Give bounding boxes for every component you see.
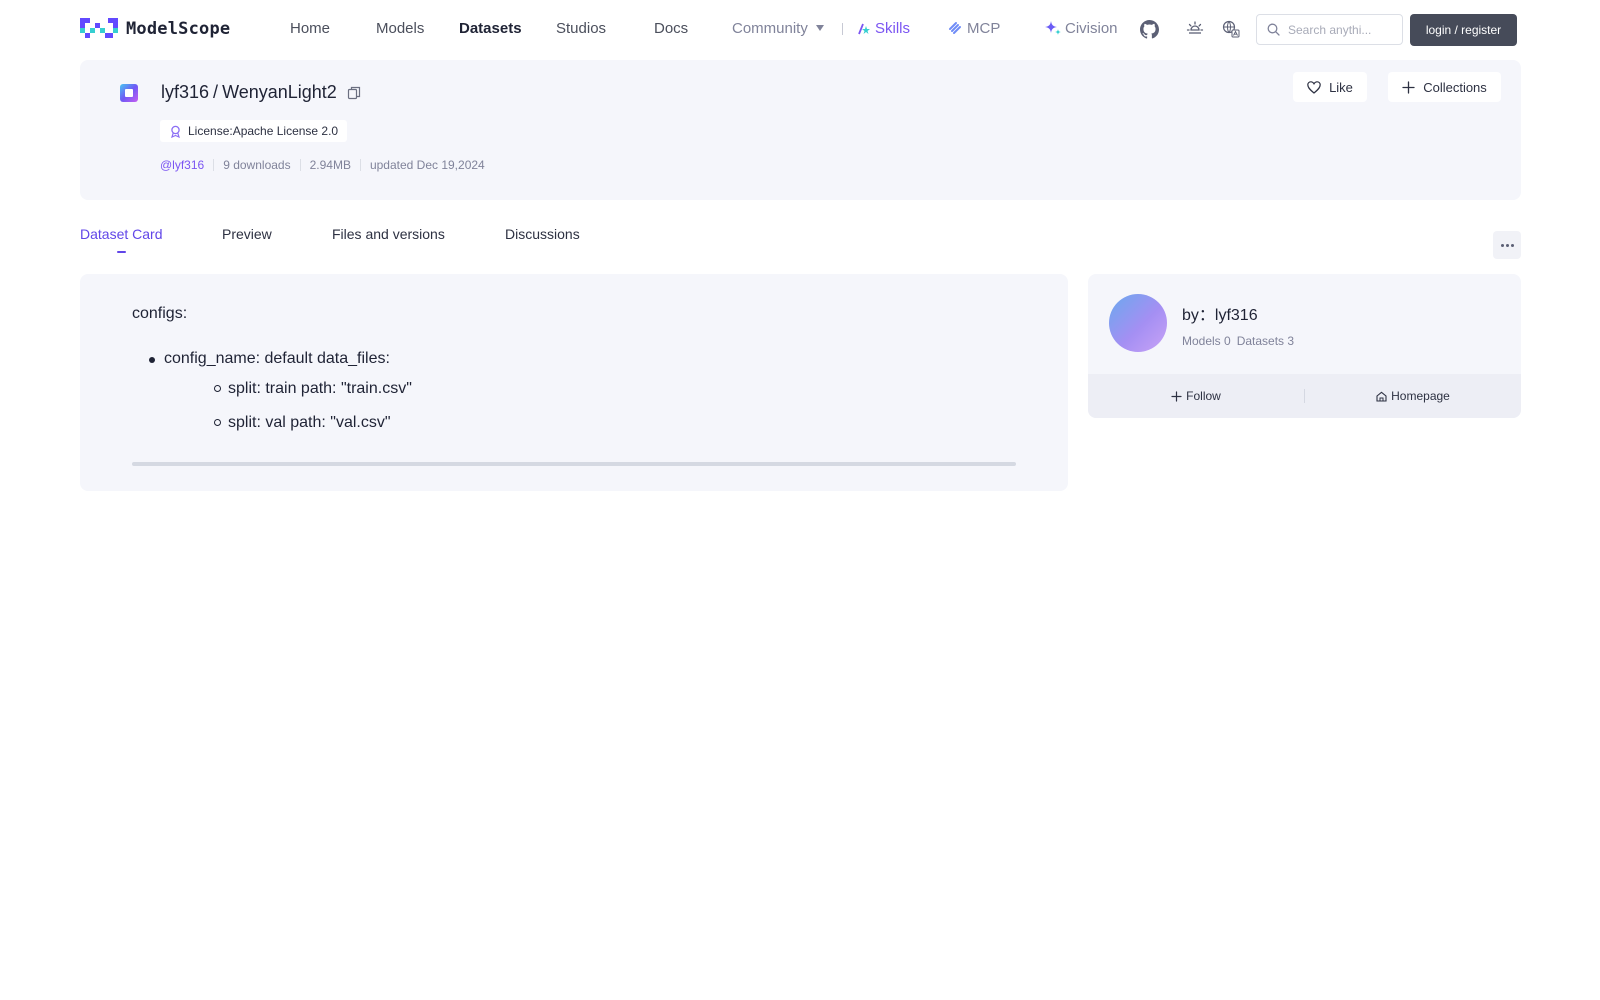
split-list: split: train path: "train.csv" split: va…: [164, 380, 412, 448]
meta-divider: [213, 159, 215, 171]
owner-handle-link[interactable]: @lyf316: [160, 158, 204, 172]
nav-skills-label: Skills: [875, 20, 911, 37]
author-stats: Models 0 Datasets 3: [1182, 334, 1294, 348]
tab-discussions[interactable]: Discussions: [505, 226, 580, 242]
tab-dataset-card[interactable]: Dataset Card: [80, 226, 162, 242]
collections-button[interactable]: Collections: [1388, 72, 1501, 102]
homepage-button[interactable]: Homepage: [1305, 389, 1521, 403]
login-register-button[interactable]: login / register: [1410, 14, 1517, 46]
tab-preview[interactable]: Preview: [222, 226, 272, 242]
github-icon[interactable]: [1138, 18, 1160, 40]
nav-civision-label: Civision: [1065, 20, 1118, 37]
modelscope-logo-mark-icon: [80, 18, 118, 40]
config-list: config_name: default data_files: split: …: [132, 350, 412, 448]
downloads-count: 9 downloads: [223, 158, 291, 172]
more-options-icon[interactable]: [1493, 231, 1521, 259]
heart-icon: [1307, 80, 1321, 94]
avatar[interactable]: [1109, 294, 1167, 352]
like-label: Like: [1329, 79, 1353, 95]
theme-toggle-sun-icon[interactable]: [1184, 18, 1206, 40]
meta-divider: [359, 159, 361, 171]
horizontal-rule: [132, 462, 1016, 466]
title-separator: /: [213, 82, 219, 102]
nav-docs[interactable]: Docs: [654, 20, 688, 37]
license-badge-icon: [171, 125, 180, 138]
dataset-title: lyf316 / WenyanLight2: [161, 82, 361, 103]
nav-civision[interactable]: Civision: [1045, 20, 1118, 37]
nav-mcp-label: MCP: [967, 20, 1001, 37]
author-card: by：lyf316 Models 0 Datasets 3 Follow Hom…: [1088, 274, 1521, 418]
nav-models[interactable]: Models: [376, 20, 424, 37]
tab-files-and-versions[interactable]: Files and versions: [332, 226, 445, 242]
license-tag[interactable]: License:Apache License 2.0: [160, 120, 348, 142]
plus-icon: [1402, 80, 1415, 94]
sparkle-icon: [1045, 21, 1061, 35]
nav-community[interactable]: Community: [732, 20, 824, 37]
active-tab-indicator: [117, 251, 126, 253]
nav-skills[interactable]: Skills: [857, 20, 910, 37]
dataset-size: 2.94MB: [309, 158, 351, 172]
meta-divider: [299, 159, 301, 171]
modelscope-logo[interactable]: ModelScope: [80, 18, 230, 40]
follow-button[interactable]: Follow: [1088, 389, 1304, 403]
dataset-meta: @lyf316 9 downloads 2.94MB updated Dec 1…: [160, 158, 485, 172]
nav-mcp[interactable]: MCP: [947, 20, 1000, 37]
dataset-logo-icon: [120, 84, 138, 102]
top-navigation: ModelScope Home Models Datasets Studios …: [0, 0, 1600, 60]
author-datasets-count: Datasets 3: [1236, 334, 1295, 348]
updated-date: updated Dec 19,2024: [369, 158, 485, 172]
nav-home[interactable]: Home: [290, 20, 330, 37]
author-models-count: Models 0: [1182, 334, 1231, 348]
collections-label: Collections: [1423, 79, 1487, 95]
copy-icon[interactable]: [347, 86, 361, 100]
home-icon: [1376, 391, 1387, 402]
like-button[interactable]: Like: [1293, 72, 1367, 102]
nav-community-label: Community: [732, 20, 808, 37]
author-actions: Follow Homepage: [1088, 374, 1521, 418]
dataset-header: lyf316 / WenyanLight2 License:Apache Lic…: [80, 60, 1521, 200]
nav-datasets[interactable]: Datasets: [459, 20, 522, 37]
nav-studios[interactable]: Studios: [556, 20, 606, 37]
config-item-text: config_name: default data_files:: [164, 350, 390, 367]
mcp-icon: [949, 22, 961, 34]
brand-name: ModelScope: [126, 19, 231, 39]
skills-icon: [858, 23, 870, 35]
language-switch-icon[interactable]: [1220, 18, 1242, 40]
nav-divider: [842, 23, 843, 35]
list-item: split: train path: "train.csv": [164, 380, 412, 414]
search-input[interactable]: [1288, 22, 1388, 37]
homepage-label: Homepage: [1391, 389, 1450, 403]
dataset-name: WenyanLight2: [222, 82, 337, 102]
license-text: License:Apache License 2.0: [188, 124, 339, 138]
dataset-card-content: configs: config_name: default data_files…: [80, 274, 1068, 491]
search-box[interactable]: [1256, 14, 1403, 45]
follow-label: Follow: [1186, 389, 1221, 403]
chevron-down-icon: [815, 25, 824, 31]
plus-icon: [1171, 390, 1182, 402]
list-item: split: val path: "val.csv": [164, 414, 412, 448]
list-item: config_name: default data_files: split: …: [132, 350, 412, 448]
configs-heading: configs:: [132, 305, 188, 322]
author-name[interactable]: by：lyf316: [1182, 301, 1258, 325]
dataset-owner[interactable]: lyf316: [161, 82, 209, 103]
search-icon: [1267, 23, 1280, 36]
